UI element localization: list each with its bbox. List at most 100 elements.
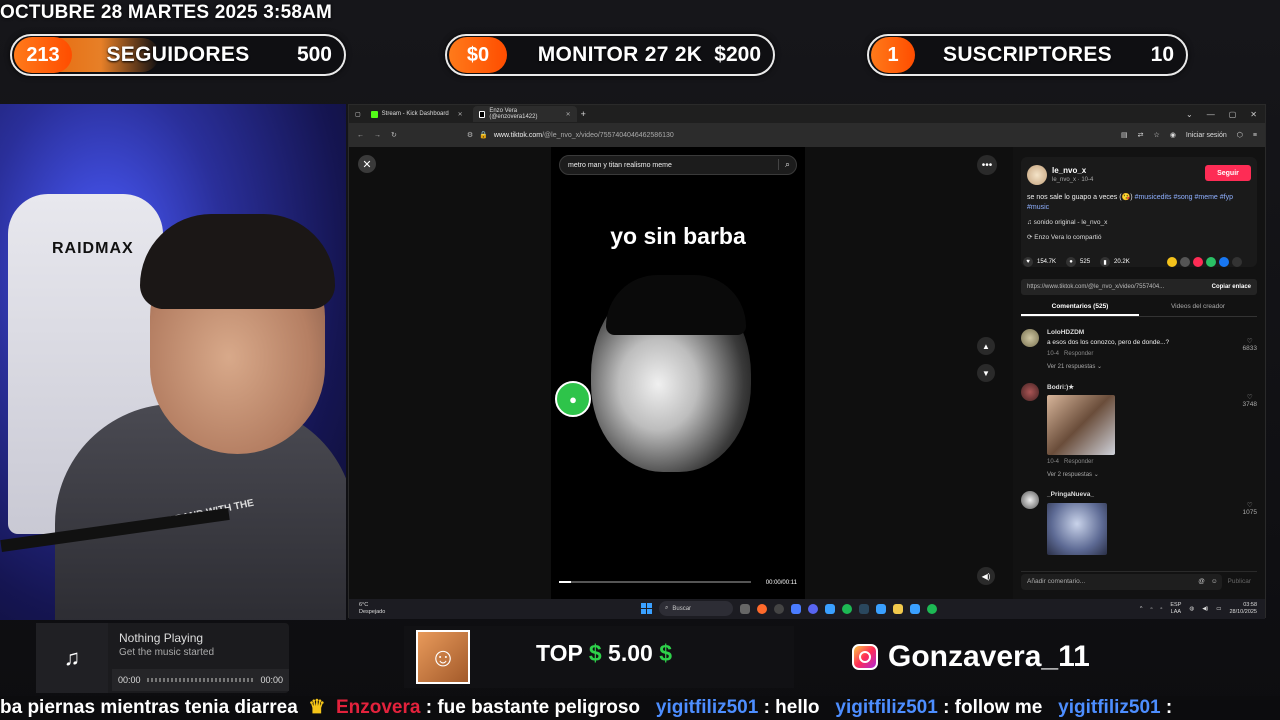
close-window-icon[interactable]: ✕ xyxy=(1250,110,1257,119)
tray-icon[interactable]: ▫ xyxy=(1150,606,1152,613)
close-video-button[interactable]: ✕ xyxy=(358,155,376,173)
comment-like-count: 6833 xyxy=(1242,345,1257,352)
whatsapp-icon[interactable] xyxy=(1206,257,1216,267)
taskbar-search[interactable]: ⌕ Buscar xyxy=(659,601,733,616)
app-icon[interactable] xyxy=(910,603,920,614)
obs-icon[interactable] xyxy=(774,603,784,614)
tray-icon[interactable]: ▫ xyxy=(1160,606,1162,613)
commenter-name[interactable]: Bodri:)★ xyxy=(1047,383,1074,391)
save-stat[interactable]: ▮ 20.2K xyxy=(1100,257,1130,267)
app-icon[interactable] xyxy=(876,603,886,614)
more-share-icon[interactable] xyxy=(1232,257,1242,267)
signin-button[interactable]: Iniciar sesión xyxy=(1186,132,1227,139)
discord-icon[interactable] xyxy=(808,603,818,614)
more-options-button[interactable]: ••• xyxy=(977,155,997,175)
comment-item: LoloHDZDM a esos dos los conozco, pero d… xyxy=(1021,329,1257,377)
friends-share-icon[interactable] xyxy=(1167,257,1177,267)
extensions-icon[interactable]: ⬡ xyxy=(1237,131,1243,139)
forward-icon[interactable]: → xyxy=(374,132,381,139)
store-icon[interactable] xyxy=(825,603,835,614)
share-buttons xyxy=(1167,257,1242,267)
reply-button[interactable]: Responder xyxy=(1064,351,1093,357)
tab-comments[interactable]: Comentarios (525) xyxy=(1021,299,1139,316)
maximize-icon[interactable]: ▢ xyxy=(1229,110,1237,119)
comment-like[interactable]: ♡ 6833 xyxy=(1243,337,1257,352)
spotify-icon[interactable] xyxy=(927,603,937,614)
comment-like[interactable]: ♡ 1075 xyxy=(1243,501,1257,516)
chat-message-text: : xyxy=(1165,697,1173,718)
tab-tiktok[interactable]: Enzo Vera (@enzovera1422) ✕ xyxy=(472,106,577,122)
network-icon[interactable]: ◍ xyxy=(1189,606,1194,613)
start-icon[interactable] xyxy=(641,603,652,614)
search-input[interactable]: metro man y titan realismo meme ⌕ xyxy=(559,155,797,175)
tray-overflow-icon[interactable]: ^ xyxy=(1140,606,1143,613)
new-tab-icon[interactable]: + xyxy=(581,109,586,119)
minimize-icon[interactable]: — xyxy=(1207,110,1215,119)
tab-kick-dashboard[interactable]: Stream - Kick Dashboard ✕ xyxy=(365,106,469,122)
comment-stat[interactable]: ● 525 xyxy=(1066,257,1090,267)
volume-button[interactable]: ◀) xyxy=(977,567,995,585)
sound-label[interactable]: ♫ sonido original - le_nvo_x xyxy=(1027,219,1107,226)
commenter-avatar[interactable] xyxy=(1021,491,1039,509)
reload-icon[interactable]: ↻ xyxy=(391,131,397,139)
tab-overview-icon[interactable]: ▢ xyxy=(355,111,361,118)
view-replies-button[interactable]: Ver 21 respuestas ⌄ xyxy=(1047,363,1102,370)
menu-icon[interactable]: ≡ xyxy=(1253,132,1257,139)
author-avatar[interactable] xyxy=(1027,165,1047,185)
tab-list-icon[interactable]: ⌄ xyxy=(1186,110,1193,119)
commenter-avatar[interactable] xyxy=(1021,383,1039,401)
volume-icon[interactable]: ◀) xyxy=(1202,606,1208,613)
tab-creator-videos[interactable]: Videos del creador xyxy=(1139,299,1257,316)
view-replies-button[interactable]: Ver 2 respuestas ⌄ xyxy=(1047,471,1099,478)
spotify-icon[interactable] xyxy=(842,603,852,614)
close-tab-icon[interactable]: ✕ xyxy=(566,111,571,118)
like-stat[interactable]: ♥ 154.7K xyxy=(1023,257,1056,267)
previous-video-button[interactable]: ▲ xyxy=(977,337,995,355)
site-info-icon[interactable]: ⚙ xyxy=(467,131,473,139)
webcam-feed: RAIDMAX THE BRAND WITH THE xyxy=(0,104,346,620)
mention-icon[interactable]: @ xyxy=(1198,578,1205,585)
task-view-icon[interactable] xyxy=(740,603,750,614)
send-icon[interactable] xyxy=(1193,257,1203,267)
weather-widget[interactable]: 6°C Despejado xyxy=(359,602,385,616)
facebook-icon[interactable] xyxy=(1219,257,1229,267)
language-indicator[interactable]: ESP LAA xyxy=(1170,602,1181,616)
comment-input[interactable]: Añadir comentario... @ ☺ xyxy=(1021,573,1222,590)
search-icon[interactable]: ⌕ xyxy=(777,159,790,170)
comment-image[interactable] xyxy=(1047,395,1115,455)
file-explorer-icon[interactable] xyxy=(893,603,903,614)
account-icon[interactable]: ◉ xyxy=(1170,131,1176,139)
reader-icon[interactable]: ▤ xyxy=(1121,131,1128,139)
next-video-button[interactable]: ▼ xyxy=(977,364,995,382)
url-field[interactable]: ⚙ 🔒 www.tiktok.com/@le_nvo_x/video/75574… xyxy=(467,131,1111,140)
bookmark-star-icon[interactable]: ☆ xyxy=(1154,131,1160,139)
comment-like[interactable]: ♡ 3748 xyxy=(1243,393,1257,408)
comment-image[interactable] xyxy=(1047,503,1107,555)
emoji-icon[interactable]: ☺ xyxy=(1211,578,1218,585)
copy-link-button[interactable]: Copiar enlace xyxy=(1212,284,1257,290)
battery-icon[interactable]: ▭ xyxy=(1216,606,1221,613)
follow-button[interactable]: Seguir xyxy=(1205,165,1251,181)
embed-icon[interactable] xyxy=(1180,257,1190,267)
commenter-name[interactable]: LoloHDZDM xyxy=(1047,329,1084,336)
video-player[interactable]: metro man y titan realismo meme ⌕ yo sin… xyxy=(551,147,805,599)
steam-icon[interactable] xyxy=(859,603,869,614)
window-controls: ⌄ — ▢ ✕ xyxy=(1186,110,1265,119)
translate-icon[interactable]: ⇄ xyxy=(1138,131,1144,139)
now-playing-widget: ♫ Nothing Playing Get the music started … xyxy=(36,623,289,693)
close-tab-icon[interactable]: ✕ xyxy=(458,111,463,118)
publish-button[interactable]: Publicar xyxy=(1222,578,1257,585)
commenter-name[interactable]: _PringaNueva_ xyxy=(1047,491,1094,498)
video-progress-bar[interactable] xyxy=(559,581,751,583)
comment-date: 10-4 xyxy=(1047,459,1060,465)
address-bar-row: ← → ↻ ⚙ 🔒 www.tiktok.com/@le_nvo_x/video… xyxy=(349,123,1265,147)
music-time-start: 00:00 xyxy=(118,675,141,685)
firefox-icon[interactable] xyxy=(757,603,767,614)
commenter-avatar[interactable] xyxy=(1021,329,1039,347)
back-icon[interactable]: ← xyxy=(357,132,364,139)
clock-time: 03:58 xyxy=(1243,602,1257,608)
app-icon[interactable] xyxy=(791,603,801,614)
reply-button[interactable]: Responder xyxy=(1064,459,1093,465)
author-name[interactable]: le_nvo_x xyxy=(1052,166,1086,175)
clock[interactable]: 03:58 28/10/2025 xyxy=(1229,602,1257,616)
